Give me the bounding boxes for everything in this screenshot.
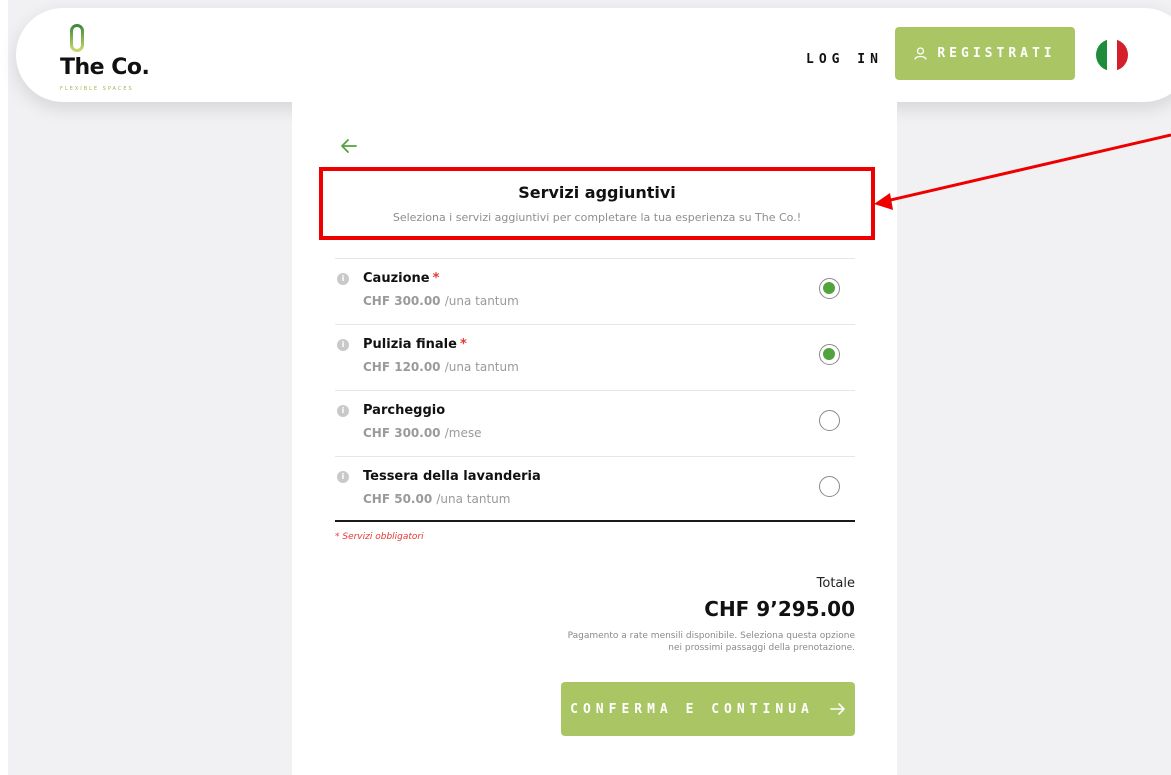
annotation-highlight-box [319, 167, 875, 240]
info-icon[interactable]: i [337, 273, 349, 285]
register-label: REGISTRATI [937, 46, 1056, 61]
service-row-tessera-lavanderia[interactable]: i Tessera della lavanderia CHF 50.00 /un… [335, 456, 855, 522]
logo-mark-icon [70, 24, 84, 52]
logo[interactable]: The Co. FLEXIBLE SPACES [60, 24, 170, 94]
service-radio[interactable] [819, 410, 840, 431]
arrow-left-icon[interactable] [338, 135, 360, 157]
logo-text: The Co. [60, 55, 150, 80]
services-list: i Cauzione * CHF 300.00 /una tantum i Pul… [335, 258, 855, 522]
required-star: * [459, 337, 467, 352]
service-row-cauzione[interactable]: i Cauzione * CHF 300.00 /una tantum [335, 258, 855, 324]
service-row-parcheggio[interactable]: i Parcheggio CHF 300.00 /mese [335, 390, 855, 456]
confirm-continue-button[interactable]: CONFERMA E CONTINUA [561, 682, 855, 736]
register-button[interactable]: REGISTRATI [895, 27, 1075, 80]
arrow-right-icon [830, 703, 845, 715]
confirm-label: CONFERMA E CONTINUA [570, 701, 814, 717]
total-value: CHF 9’295.00 [704, 597, 855, 621]
info-icon[interactable]: i [337, 405, 349, 417]
service-name: Cauzione * [363, 271, 440, 286]
info-icon[interactable]: i [337, 471, 349, 483]
service-name: Parcheggio [363, 403, 446, 418]
italian-flag-icon[interactable] [1096, 39, 1128, 71]
payment-note: Pagamento a rate mensili disponibile. Se… [567, 631, 855, 653]
service-name: Pulizia finale * [363, 337, 467, 352]
service-name: Tessera della lavanderia [363, 469, 541, 484]
service-row-pulizia-finale[interactable]: i Pulizia finale * CHF 120.00 /una tantum [335, 324, 855, 390]
required-star: * [432, 271, 440, 286]
logo-subtext: FLEXIBLE SPACES [60, 86, 134, 92]
required-services-note: * Servizi obbligatori [335, 532, 424, 542]
total-label: Totale [816, 576, 855, 591]
service-price: CHF 120.00 /una tantum [363, 360, 519, 374]
section-title: Servizi aggiuntivi [518, 183, 676, 202]
user-icon [914, 47, 928, 60]
service-price: CHF 300.00 /una tantum [363, 294, 519, 308]
service-radio[interactable] [819, 278, 840, 299]
service-radio[interactable] [819, 344, 840, 365]
section-subtitle: Seleziona i servizi aggiuntivi per compl… [392, 211, 802, 224]
service-price: CHF 50.00 /una tantum [363, 492, 511, 506]
service-radio[interactable] [819, 476, 840, 497]
service-price: CHF 300.00 /mese [363, 426, 482, 440]
top-navbar: The Co. FLEXIBLE SPACES LOG IN REGISTRAT… [16, 8, 1171, 102]
login-link[interactable]: LOG IN [806, 52, 883, 67]
annotation-arrow-icon [874, 133, 1171, 210]
info-icon[interactable]: i [337, 339, 349, 351]
